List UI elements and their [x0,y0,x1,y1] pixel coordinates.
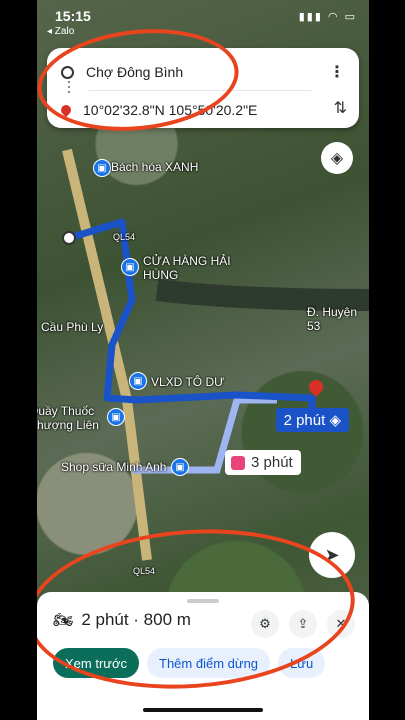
map-label-cuahang: CỬA HÀNG HẢI HÙNG [143,254,231,282]
map-label-vlxd: VLXD TÔ DƯ [151,375,225,389]
more-options-icon[interactable]: ⋮ [329,62,345,82]
add-stop-button[interactable]: Thêm điểm dừng [147,648,271,678]
origin-text: Chợ Đông Bình [86,64,184,80]
alt-route-time: 3 phút [251,454,293,471]
swap-icon[interactable]: ⇅ [334,98,347,118]
shop-icon[interactable]: ▣ [171,458,189,476]
route-dots [68,81,70,95]
status-icons: ▮▮▮ ◠ ▭ [298,11,357,23]
options-icon[interactable]: ⚙ [251,610,279,638]
map-label-ql54: QL54 [113,232,136,242]
motorbike-icon: 🏍 [53,612,74,629]
preview-button[interactable]: Xem trước [53,648,140,678]
navigate-button[interactable]: ➤ [309,532,355,578]
origin-marker [62,231,76,245]
map-label-cauphuly: Cầu Phù Ly [41,320,104,334]
map-label-bachhoa: Bách hóa XANH [111,160,199,174]
store-icon[interactable]: ▣ [121,258,139,276]
share-icon[interactable]: ⇪ [289,610,317,638]
pharmacy-icon[interactable]: ▣ [107,408,125,426]
save-button[interactable]: Lưu [278,648,326,678]
destination-pin-icon [58,102,74,118]
preview-label: Xem trước [65,655,128,671]
sheet-actions: Xem trước Thêm điểm dừng Lưu [53,648,326,678]
drag-handle[interactable] [187,599,219,603]
motorbike-icon [231,455,245,470]
highway-road [62,148,152,561]
sheet-tools: ⚙ ⇪ ✕ [251,610,355,638]
map-label-road: Đ. Huyện 53 [307,305,358,333]
trip-summary-text: 2 phút · 800 m [81,610,191,629]
directions-sheet: 🏍 2 phút · 800 m ⚙ ⇪ ✕ Xem trước Thêm đi… [37,592,369,720]
add-stop-label: Thêm điểm dừng [159,655,259,671]
map-label-quaythuoc: Quầy Thuốc Phượng Liên [37,404,99,432]
navigation-arrow-icon: ➤ [324,544,340,565]
save-label: Lưu [290,655,314,671]
trip-summary: 🏍 2 phút · 800 m [53,610,191,630]
layers-icon: ◈ [330,150,344,167]
destination-row[interactable]: 10°02'32.8"N 105°50'20.2"E [58,98,319,122]
route-time-text: 2 phút [283,412,326,429]
shop-icon[interactable]: ▣ [93,159,111,177]
route-card: Chợ Đông Bình 10°02'32.8"N 105°50'20.2"E… [47,48,359,128]
origin-row[interactable]: Chợ Đông Bình [61,60,319,84]
route-time-badge[interactable]: 2 phút ◈ [275,408,349,432]
layers-button[interactable]: ◈ [321,142,353,174]
store-icon[interactable]: ▣ [129,372,147,390]
card-divider [89,90,311,91]
status-bar: 15:15 ◂ Zalo ▮▮▮ ◠ ▭ [37,6,369,42]
clock: 15:15 [55,8,91,24]
river [155,279,369,311]
close-icon[interactable]: ✕ [327,610,355,638]
map-label-ql54-south: QL54 [133,566,156,576]
phone-screen: 15:15 ◂ Zalo ▮▮▮ ◠ ▭ Chợ Đông Bình 10°02… [37,0,369,720]
home-indicator[interactable] [143,708,263,712]
origin-circle-icon [61,65,74,79]
destination-text: 10°02'32.8"N 105°50'20.2"E [83,102,258,118]
map-label-shopsua: Shop sữa Minh Anh [61,460,167,474]
back-to-app-link[interactable]: ◂ Zalo [47,26,74,37]
alt-route-badge[interactable]: 3 phút [225,450,301,475]
